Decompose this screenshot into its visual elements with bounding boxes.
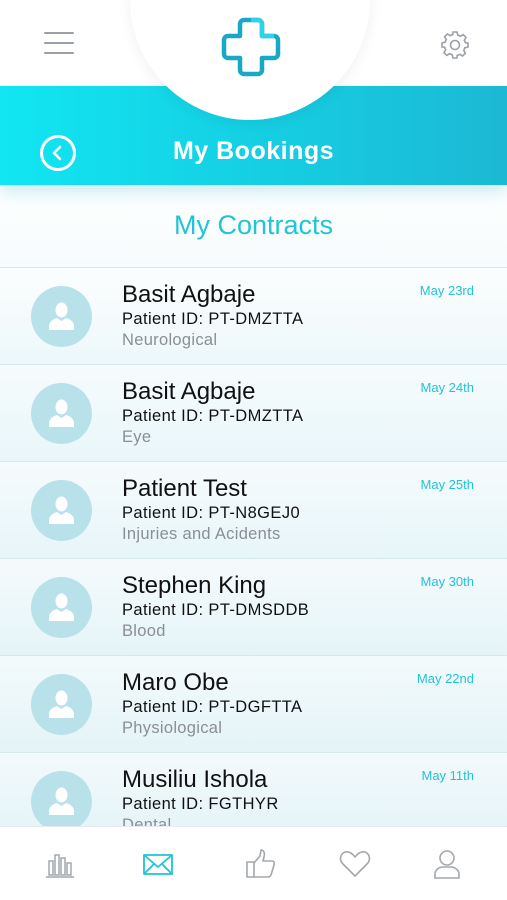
contract-category: Dental	[122, 816, 172, 826]
avatar	[31, 771, 92, 826]
avatar	[31, 577, 92, 638]
user-placeholder-icon	[49, 593, 74, 621]
contract-row[interactable]: Patient Test Patient ID: PT-N8GEJ0 Injur…	[0, 461, 507, 558]
thumbs-up-icon[interactable]	[244, 847, 278, 881]
contract-patient-id: Patient ID: FGTHYR	[122, 795, 279, 813]
contract-category: Eye	[122, 428, 152, 446]
heart-icon[interactable]	[338, 847, 372, 881]
avatar	[31, 286, 92, 347]
contract-row[interactable]: Basit Agbaje Patient ID: PT-DMZTTA Eye M…	[0, 364, 507, 461]
contract-category: Neurological	[122, 331, 218, 349]
medical-cross-logo-icon	[221, 17, 281, 77]
tab-bar	[0, 826, 507, 900]
gear-icon[interactable]	[440, 30, 470, 60]
contract-date: May 22nd	[416, 671, 474, 686]
contract-date: May 25th	[420, 477, 474, 492]
contract-name: Stephen King	[122, 572, 267, 599]
user-icon[interactable]	[430, 847, 464, 881]
user-placeholder-icon	[49, 787, 74, 815]
contract-date: May 11th	[421, 768, 474, 783]
contract-name: Basit Agbaje	[122, 378, 256, 405]
contract-row[interactable]: Stephen King Patient ID: PT-DMSDDB Blood…	[0, 558, 507, 655]
contract-category: Physiological	[122, 719, 223, 737]
contract-patient-id: Patient ID: PT-DGFTTA	[122, 698, 303, 716]
contract-category: Injuries and Acidents	[122, 525, 281, 543]
avatar	[31, 383, 92, 444]
contract-patient-id: Patient ID: PT-N8GEJ0	[122, 504, 301, 522]
menu-icon[interactable]	[44, 32, 74, 56]
avatar	[31, 674, 92, 735]
contract-name: Basit Agbaje	[122, 281, 256, 308]
page-title: My Bookings	[172, 137, 335, 165]
user-placeholder-icon	[49, 690, 74, 718]
contract-category: Blood	[122, 622, 166, 640]
contract-patient-id: Patient ID: PT-DMSDDB	[122, 601, 310, 619]
user-placeholder-icon	[49, 399, 74, 427]
contract-patient-id: Patient ID: PT-DMZTTA	[122, 407, 304, 425]
section-title: My Contracts	[173, 210, 334, 240]
contract-row[interactable]: Musiliu Ishola Patient ID: FGTHYR Dental…	[0, 752, 507, 826]
contract-name: Maro Obe	[122, 669, 229, 696]
contracts-list: Basit Agbaje Patient ID: PT-DMZTTA Neuro…	[0, 267, 507, 826]
contract-row[interactable]: Maro Obe Patient ID: PT-DGFTTA Physiolog…	[0, 655, 507, 752]
user-placeholder-icon	[49, 302, 74, 330]
contract-name: Musiliu Ishola	[122, 766, 268, 793]
contract-name: Patient Test	[122, 475, 247, 502]
bar-chart-icon[interactable]	[43, 847, 77, 881]
envelope-icon[interactable]	[141, 847, 175, 881]
avatar	[31, 480, 92, 541]
contract-row[interactable]: Basit Agbaje Patient ID: PT-DMZTTA Neuro…	[0, 267, 507, 364]
user-placeholder-icon	[49, 496, 74, 524]
contract-date: May 23rd	[419, 283, 474, 298]
contract-date: May 30th	[420, 574, 474, 589]
contracts-panel: My Contracts Basit Agbaje Patient ID: PT…	[0, 185, 507, 826]
contract-date: May 24th	[420, 380, 474, 395]
contract-patient-id: Patient ID: PT-DMZTTA	[122, 310, 304, 328]
